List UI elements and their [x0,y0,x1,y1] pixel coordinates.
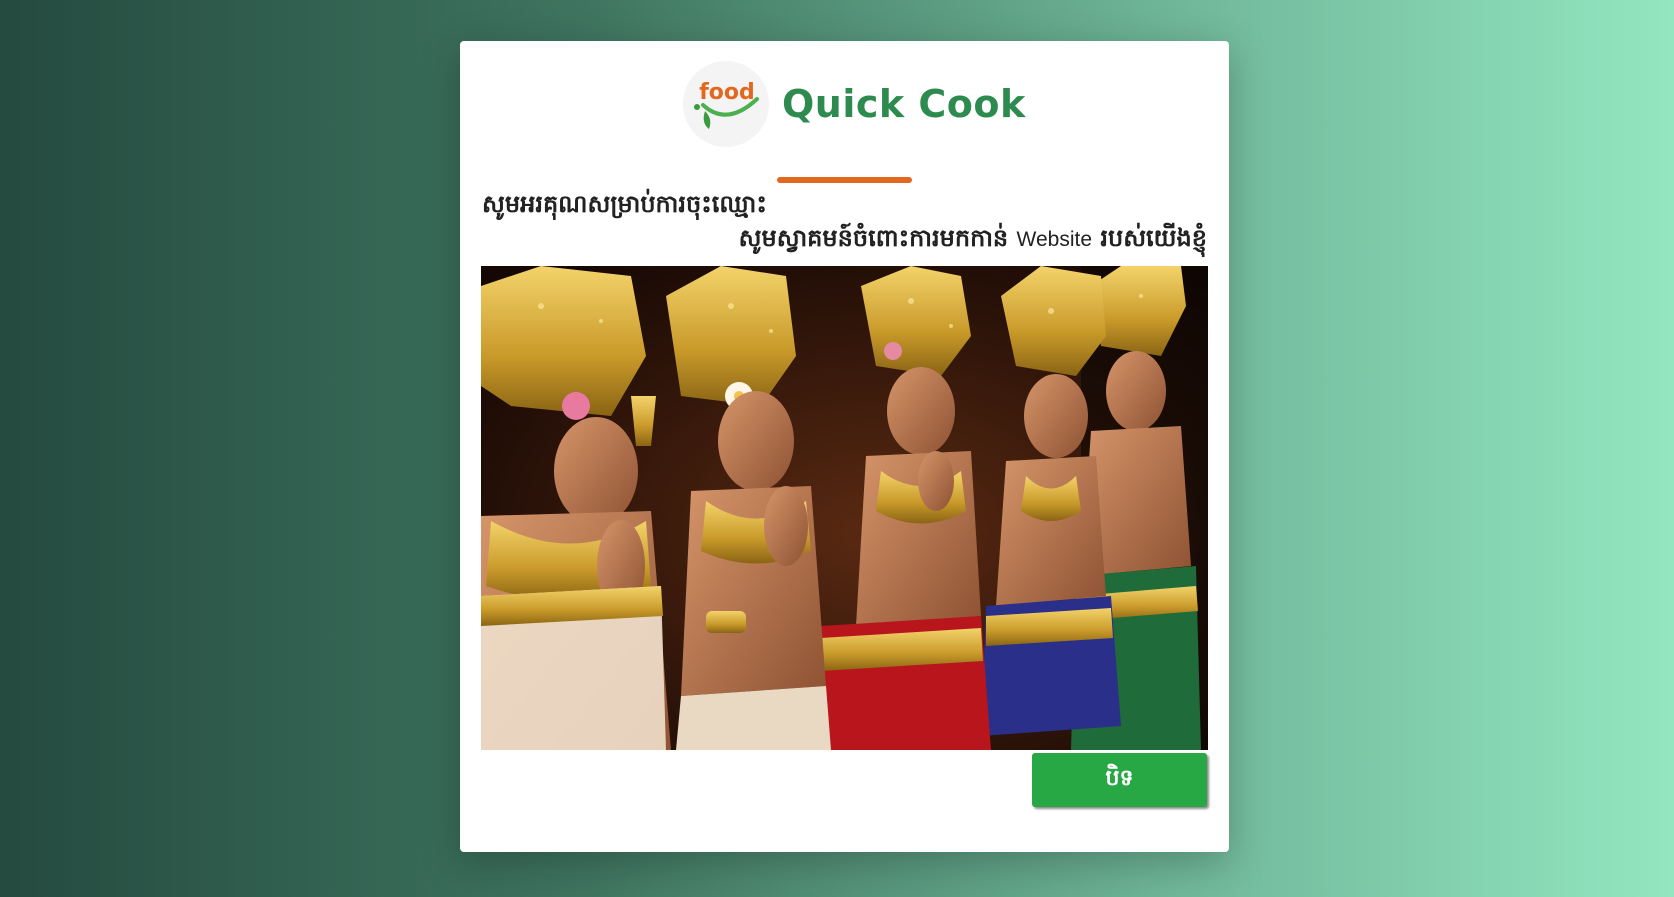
brand-header: food Quick Cook [683,61,1026,147]
welcome-modal: food Quick Cook សូមអរគុណសម្រាប់ការចុះឈ្ម… [460,41,1229,852]
welcome-text-after: របស់យើងខ្ញុំ [1092,224,1207,252]
apsara-dancers-image [481,266,1208,750]
welcome-text: សូមស្វាគមន៍ចំពោះការមកកាន់ Website របស់យើ… [739,223,1207,258]
food-logo: food [683,61,769,147]
welcome-text-before: សូមស្វាគមន៍ចំពោះការមកកាន់ [738,224,1017,252]
welcome-text-website: Website [1016,228,1092,251]
svg-text:food: food [699,80,755,105]
close-button[interactable]: បិទ [1032,753,1207,807]
food-logo-icon: food [694,80,759,129]
brand-name: Quick Cook [782,82,1026,126]
accent-divider [777,177,912,183]
dancers-illustration [481,266,1208,750]
thank-you-text: សូមអរគុណសម្រាប់ការចុះឈ្មោះ [482,190,767,218]
